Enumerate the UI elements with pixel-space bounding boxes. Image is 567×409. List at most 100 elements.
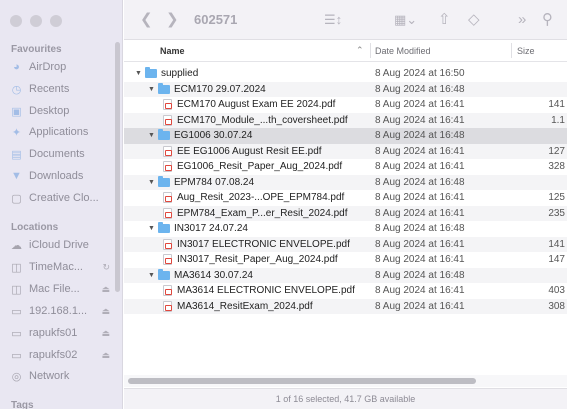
item-date-modified: 8 Aug 2024 at 16:41 — [375, 161, 465, 172]
pdf-icon — [163, 114, 172, 126]
folder-row[interactable]: ▼ EG1006 30.07.24 8 Aug 2024 at 16:48 — [124, 128, 567, 144]
item-name: EE EG1006 August Resit EE.pdf — [177, 145, 322, 157]
sidebar-item-mac-file[interactable]: ◫ Mac File... ⏏ — [10, 279, 110, 299]
item-name: ECM170 August Exam EE 2024.pdf — [177, 99, 336, 110]
file-row[interactable]: MA3614_ResitExam_2024.pdf 8 Aug 2024 at 1… — [124, 298, 567, 314]
sidebar-item-rapukfs01[interactable]: ▭ rapukfs01 ⏏ — [10, 323, 110, 343]
zoom-window-button[interactable] — [50, 15, 62, 27]
column-size[interactable]: Size — [517, 46, 535, 56]
disclosure-triangle-icon[interactable]: ▼ — [134, 66, 143, 82]
pdf-icon — [163, 254, 172, 265]
sidebar-scrollbar[interactable] — [115, 42, 120, 292]
sidebar-item-applications[interactable]: ✦ Applications — [10, 122, 110, 142]
item-name: IN3017 ELECTRONIC ENVELOPE.pdf — [177, 238, 350, 250]
item-date-modified: 8 Aug 2024 at 16:41 — [375, 145, 465, 157]
file-row[interactable]: EPM784_Exam_P...er_Resit_2024.pdf 8 Aug 2… — [124, 205, 567, 221]
window-controls — [10, 15, 62, 27]
sidebar-item-label: rapukfs02 — [29, 349, 78, 361]
file-list: ▼ supplied 8 Aug 2024 at 16:50 ▼ ECM170 29.0… — [124, 66, 567, 314]
sidebar-item-rapukfs02[interactable]: ▭ rapukfs02 ⏏ — [10, 345, 110, 365]
close-window-button[interactable] — [10, 15, 22, 27]
folder-row[interactable]: ▼ MA3614 30.07.24 8 Aug 2024 at 16:48 — [124, 267, 567, 284]
file-row[interactable]: ECM170 August Exam EE 2024.pdf 8 Aug 2024… — [124, 97, 567, 113]
folder-row[interactable]: ▼ EPM784 07.08.24 8 Aug 2024 at 16:48 — [124, 174, 567, 191]
file-row[interactable]: ECM170_Module_...th_coversheet.pdf 8 Aug … — [124, 112, 567, 128]
file-row[interactable]: EE EG1006 August Resit EE.pdf 8 Aug 2024 … — [124, 143, 567, 159]
pdf-icon — [163, 285, 172, 296]
minimize-window-button[interactable] — [30, 15, 42, 27]
eject-icon[interactable]: ⏏ — [101, 284, 110, 295]
pdf-icon — [163, 99, 172, 110]
tag-icon[interactable]: ◇ — [468, 11, 480, 29]
pdf-icon — [163, 238, 172, 250]
column-date-modified[interactable]: Date Modified — [375, 46, 431, 56]
file-row[interactable]: EG1006_Resit_Paper_Aug_2024.pdf 8 Aug 202… — [124, 159, 567, 175]
disclosure-triangle-icon[interactable]: ▼ — [147, 221, 156, 237]
monitor-icon: ▭ — [11, 349, 22, 362]
sidebar-item-label: iCloud Drive — [29, 239, 89, 251]
forward-icon[interactable]: ❯ — [166, 11, 179, 29]
folder-icon — [145, 67, 157, 78]
disclosure-triangle-icon[interactable]: ▼ — [147, 175, 156, 191]
list-view-icon[interactable]: ☰↕ — [324, 11, 342, 29]
more-icon[interactable]: » — [518, 11, 526, 29]
back-icon[interactable]: ❮ — [140, 11, 153, 29]
eject-icon[interactable]: ⏏ — [101, 350, 110, 361]
sidebar-item-192-168[interactable]: ▭ 192.168.1... ⏏ — [10, 301, 110, 321]
sidebar-item-label: TimeMac... — [29, 261, 83, 273]
sidebar-item-label: rapukfs01 — [29, 327, 78, 339]
folder-row[interactable]: ▼ supplied 8 Aug 2024 at 16:50 — [124, 66, 567, 82]
pdf-icon — [163, 145, 172, 157]
file-row[interactable]: MA3614 ELECTRONIC ENVELOPE.pdf 8 Aug 2024… — [124, 283, 567, 299]
status-bar: 1 of 16 selected, 41.7 GB available — [124, 388, 567, 409]
folder-icon — [158, 222, 170, 233]
sidebar-item-timemac[interactable]: ◫ TimeMac... ↻ — [10, 257, 110, 277]
sidebar-item-documents[interactable]: ▤ Documents — [10, 144, 110, 164]
sidebar-item-creative-cloud[interactable]: ▢ Creative Clo... — [10, 188, 110, 208]
eject-icon[interactable]: ⏏ — [101, 328, 110, 339]
column-divider[interactable] — [511, 43, 512, 58]
column-divider[interactable] — [370, 43, 371, 58]
item-name: IN3017_Resit_Paper_Aug_2024.pdf — [177, 254, 338, 265]
document-icon: ▤ — [11, 148, 22, 161]
file-row[interactable]: IN3017 ELECTRONIC ENVELOPE.pdf 8 Aug 2024… — [124, 236, 567, 252]
sidebar-item-airdrop[interactable]: ◕ AirDrop — [10, 57, 110, 77]
column-name[interactable]: Name — [160, 46, 185, 56]
finder-window: Favourites ◕ AirDrop ◷ Recents ▣ Desktop… — [0, 0, 567, 409]
item-date-modified: 8 Aug 2024 at 16:48 — [375, 130, 465, 141]
item-date-modified: 8 Aug 2024 at 16:41 — [375, 285, 465, 296]
status-text: 1 of 16 selected, 41.7 GB available — [275, 394, 416, 404]
item-name: EPM784 07.08.24 — [174, 176, 255, 188]
file-row[interactable]: IN3017_Resit_Paper_Aug_2024.pdf 8 Aug 202… — [124, 252, 567, 268]
search-icon[interactable]: ⚲ — [542, 11, 553, 29]
applications-icon: ✦ — [11, 126, 22, 139]
item-size: 403 — [548, 285, 565, 296]
sidebar-item-label: 192.168.1... — [29, 305, 88, 317]
grid-view-icon[interactable]: ▦⌄ — [394, 11, 417, 29]
sync-icon: ↻ — [102, 261, 110, 272]
folder-row[interactable]: ▼ IN3017 24.07.24 8 Aug 2024 at 16:48 — [124, 221, 567, 237]
eject-icon[interactable]: ⏏ — [101, 306, 110, 317]
item-date-modified: 8 Aug 2024 at 16:41 — [375, 207, 465, 219]
pdf-icon — [163, 300, 172, 312]
sidebar-item-icloud-drive[interactable]: ☁ iCloud Drive — [10, 235, 110, 255]
sidebar-item-downloads[interactable]: ▼ Downloads — [10, 166, 110, 186]
item-date-modified: 8 Aug 2024 at 16:41 — [375, 114, 465, 126]
folder-row[interactable]: ▼ ECM170 29.07.2024 8 Aug 2024 at 16:48 — [124, 81, 567, 98]
disclosure-triangle-icon[interactable]: ▼ — [147, 82, 156, 98]
pdf-icon — [163, 207, 172, 219]
sidebar-item-desktop[interactable]: ▣ Desktop — [10, 101, 110, 121]
sidebar-item-recents[interactable]: ◷ Recents — [10, 79, 110, 99]
file-row[interactable]: Aug_Resit_2023-...OPE_EPM784.pdf 8 Aug 20… — [124, 190, 567, 206]
share-icon[interactable]: ⇧ — [438, 11, 451, 29]
disclosure-triangle-icon[interactable]: ▼ — [147, 128, 156, 144]
item-date-modified: 8 Aug 2024 at 16:48 — [375, 269, 465, 281]
column-header: Name ⌃ Date Modified Size — [124, 40, 567, 62]
item-name: MA3614 ELECTRONIC ENVELOPE.pdf — [177, 285, 355, 296]
item-name: ECM170_Module_...th_coversheet.pdf — [177, 114, 348, 126]
item-date-modified: 8 Aug 2024 at 16:41 — [375, 300, 465, 312]
disclosure-triangle-icon[interactable]: ▼ — [147, 268, 156, 284]
sidebar-item-label: Creative Clo... — [29, 192, 99, 204]
sidebar-item-network[interactable]: ◎ Network — [10, 366, 110, 386]
horizontal-scrollbar[interactable] — [128, 378, 476, 384]
